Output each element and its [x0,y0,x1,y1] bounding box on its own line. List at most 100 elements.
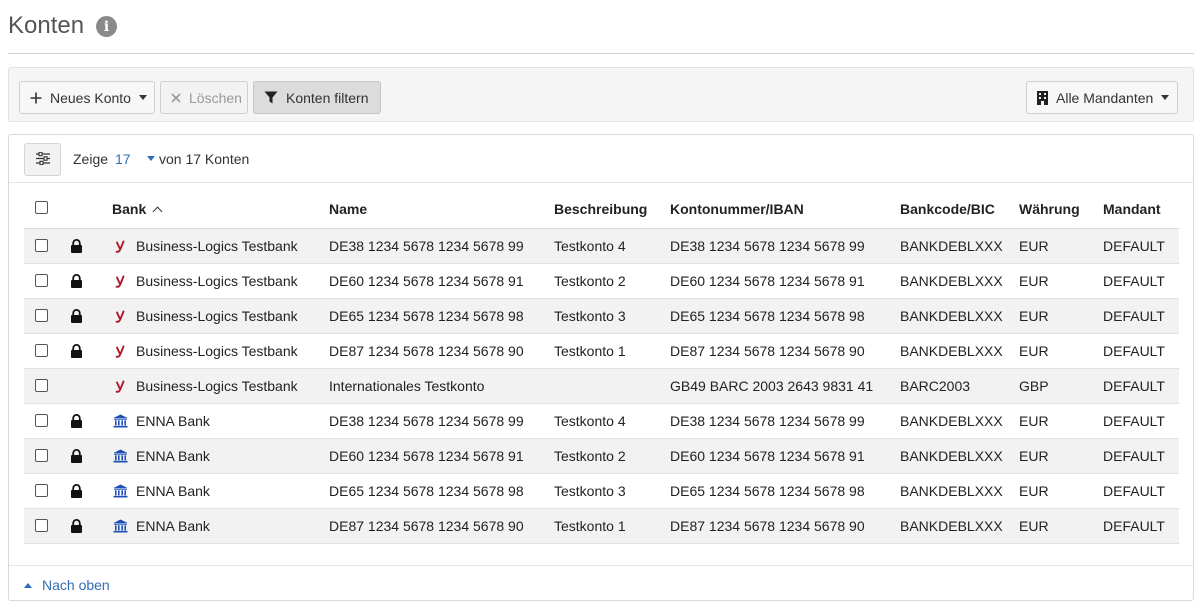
cell-bank: Business-Logics Testbank [136,378,298,394]
delete-button[interactable]: Löschen [160,81,248,114]
table-row[interactable]: Business-Logics Testbank Internationales … [24,369,1179,404]
cell-currency: EUR [1019,518,1049,534]
mandanten-dropdown[interactable]: Alle Mandanten [1026,81,1178,114]
lock-icon [70,344,83,361]
cell-bank: Business-Logics Testbank [136,308,298,324]
accounts-panel: Zeige 17 von 17 Konten Bank Name Beschre… [8,134,1194,601]
business-logics-icon [112,343,128,359]
cell-currency: EUR [1019,343,1049,359]
cell-mandant: DEFAULT [1103,238,1165,254]
column-header-description[interactable]: Beschreibung [554,201,647,217]
cell-description: Testkonto 3 [554,308,626,324]
table-row[interactable]: Business-Logics Testbank DE60 1234 5678 1… [24,264,1179,299]
bank-building-icon [112,483,128,499]
cell-bank: ENNA Bank [136,448,210,464]
new-account-label: Neues Konto [50,89,131,106]
row-checkbox[interactable] [35,484,48,497]
panel-footer: Nach oben [9,565,1193,601]
cell-description: Testkonto 4 [554,413,626,429]
table-row[interactable]: ENNA Bank DE38 1234 5678 1234 5678 99 Test… [24,404,1179,439]
cell-bic: BANKDEBLXXX [900,518,1003,534]
row-checkbox[interactable] [35,274,48,287]
cell-iban: DE38 1234 5678 1234 5678 99 [670,238,865,254]
row-checkbox[interactable] [35,414,48,427]
table-row[interactable]: ENNA Bank DE65 1234 5678 1234 5678 98 Test… [24,474,1179,509]
table-row[interactable]: Business-Logics Testbank DE65 1234 5678 1… [24,299,1179,334]
info-icon[interactable]: i [96,16,118,37]
page-title: Konten [8,12,85,39]
cell-iban: DE60 1234 5678 1234 5678 91 [670,273,865,289]
cell-name: DE65 1234 5678 1234 5678 98 [329,483,524,499]
cell-description: Testkonto 1 [554,518,626,534]
lock-icon [70,484,83,501]
cell-mandant: DEFAULT [1103,308,1165,324]
row-checkbox[interactable] [35,239,48,252]
chevron-down-icon [138,95,147,100]
select-all-checkbox[interactable] [35,201,48,214]
cell-bank: ENNA Bank [136,483,210,499]
row-checkbox[interactable] [35,379,48,392]
cell-bic: BANKDEBLXXX [900,308,1003,324]
bank-building-icon [112,518,128,534]
cell-iban: DE87 1234 5678 1234 5678 90 [670,343,865,359]
cell-bic: BANKDEBLXXX [900,343,1003,359]
column-settings-button[interactable] [24,143,61,176]
cell-mandant: DEFAULT [1103,378,1165,394]
cell-mandant: DEFAULT [1103,448,1165,464]
table-row[interactable]: Business-Logics Testbank DE87 1234 5678 1… [24,334,1179,369]
cell-iban: DE87 1234 5678 1234 5678 90 [670,518,865,534]
cell-name: DE38 1234 5678 1234 5678 99 [329,238,524,254]
mandanten-label: Alle Mandanten [1056,89,1154,106]
cell-name: DE87 1234 5678 1234 5678 90 [329,518,524,534]
cell-iban: DE38 1234 5678 1234 5678 99 [670,413,865,429]
row-checkbox[interactable] [35,344,48,357]
cell-iban: GB49 BARC 2003 2643 9831 41 [670,378,874,394]
cell-currency: EUR [1019,483,1049,499]
back-to-top-link[interactable]: Nach oben [24,577,110,593]
table-row[interactable]: ENNA Bank DE60 1234 5678 1234 5678 91 Test… [24,439,1179,474]
column-header-name[interactable]: Name [329,201,367,217]
building-icon [1037,90,1048,105]
column-header-bank[interactable]: Bank [112,201,163,217]
cell-description: Testkonto 4 [554,238,626,254]
column-header-currency[interactable]: Währung [1019,201,1080,217]
row-checkbox[interactable] [35,519,48,532]
column-header-mandant[interactable]: Mandant [1103,201,1161,217]
cell-iban: DE65 1234 5678 1234 5678 98 [670,308,865,324]
business-logics-icon [112,378,128,394]
cell-mandant: DEFAULT [1103,343,1165,359]
cell-currency: EUR [1019,413,1049,429]
business-logics-icon [112,238,128,254]
cell-currency: EUR [1019,238,1049,254]
back-to-top-label: Nach oben [42,577,110,593]
table-row[interactable]: Business-Logics Testbank DE38 1234 5678 1… [24,229,1179,264]
page-header: Konten i [8,10,1194,54]
cell-bic: BANKDEBLXXX [900,413,1003,429]
cell-iban: DE65 1234 5678 1234 5678 98 [670,483,865,499]
row-checkbox[interactable] [35,309,48,322]
cell-name: DE38 1234 5678 1234 5678 99 [329,413,524,429]
show-label: Zeige [73,151,109,167]
cell-bic: BANKDEBLXXX [900,273,1003,289]
column-header-bic[interactable]: Bankcode/BIC [900,201,995,217]
toolbar: Neues Konto Löschen Konten filtern Alle … [8,67,1194,122]
cell-bank: Business-Logics Testbank [136,343,298,359]
filter-accounts-button[interactable]: Konten filtern [253,81,381,114]
cell-name: DE65 1234 5678 1234 5678 98 [329,308,524,324]
table-controls: Zeige 17 von 17 Konten [9,135,1193,183]
table-row[interactable]: ENNA Bank DE87 1234 5678 1234 5678 90 Test… [24,509,1179,544]
cell-bic: BANKDEBLXXX [900,448,1003,464]
page-size-select[interactable]: 17 [115,151,131,167]
cell-currency: EUR [1019,273,1049,289]
business-logics-icon [112,308,128,324]
table-header: Bank Name Beschreibung Kontonummer/IBAN … [24,191,1179,229]
cell-description: Testkonto 2 [554,448,626,464]
cell-bank: ENNA Bank [136,518,210,534]
cell-mandant: DEFAULT [1103,273,1165,289]
chevron-down-icon[interactable] [147,156,155,161]
bank-building-icon [112,413,128,429]
new-account-button[interactable]: Neues Konto [19,81,155,114]
cell-description: Testkonto 3 [554,483,626,499]
column-header-iban[interactable]: Kontonummer/IBAN [670,201,804,217]
row-checkbox[interactable] [35,449,48,462]
